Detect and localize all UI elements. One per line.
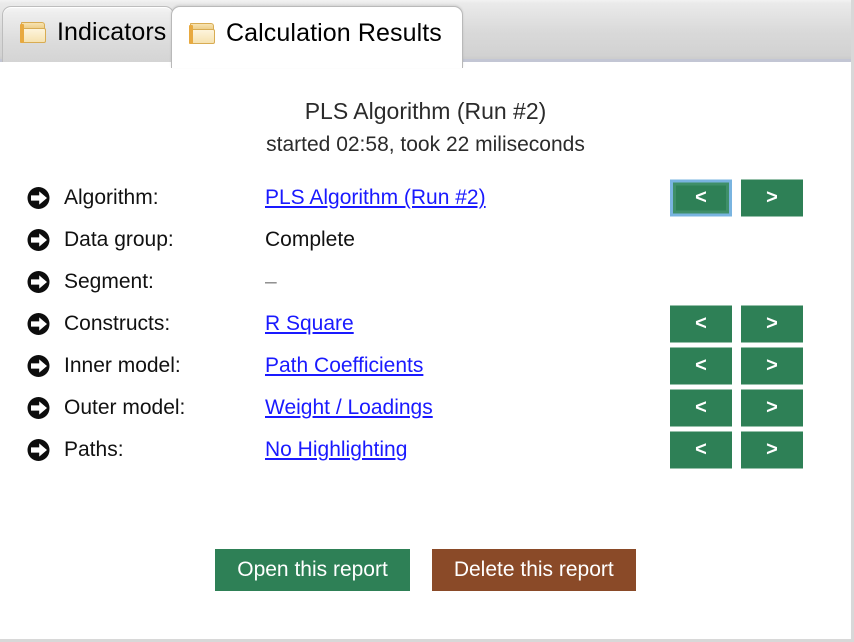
nav-next-button[interactable]: > xyxy=(741,431,803,469)
detail-row-label: Inner model: xyxy=(64,354,181,377)
arrow-circle-icon xyxy=(27,313,50,335)
tab-indicators-label: Indicators xyxy=(57,17,167,46)
nav-button-pair: < > xyxy=(670,389,803,427)
tab-calculation-results-label: Calculation Results xyxy=(226,19,442,47)
tab-bar: Indicators Calculation Results xyxy=(0,0,851,68)
arrow-circle-icon xyxy=(27,187,50,209)
nav-next-button[interactable]: > xyxy=(741,389,803,427)
detail-row: Data group: Complete xyxy=(0,219,851,261)
action-button-row: Open this report Delete this report xyxy=(0,549,851,591)
delete-report-button[interactable]: Delete this report xyxy=(431,549,636,591)
detail-row-link[interactable]: Path Coefficients xyxy=(265,354,423,378)
detail-row-link[interactable]: PLS Algorithm (Run #2) xyxy=(265,186,486,210)
detail-row-link[interactable]: Weight / Loadings xyxy=(265,396,433,420)
detail-row-label: Algorithm: xyxy=(64,186,159,209)
nav-prev-button[interactable]: < xyxy=(670,347,732,385)
detail-row: Inner model: Path Coefficients < > xyxy=(0,345,851,387)
report-heading: PLS Algorithm (Run #2) started 02:58, to… xyxy=(0,62,851,160)
open-report-button[interactable]: Open this report xyxy=(215,549,410,591)
folder-icon xyxy=(20,21,46,43)
nav-next-button[interactable]: > xyxy=(741,305,803,343)
arrow-circle-icon xyxy=(27,271,50,293)
arrow-circle-icon xyxy=(27,439,50,461)
detail-row-value: Complete xyxy=(265,228,355,251)
nav-button-pair: < > xyxy=(670,305,803,343)
detail-row-label: Outer model: xyxy=(64,396,186,419)
report-title: PLS Algorithm (Run #2) xyxy=(304,98,547,124)
detail-row: Constructs: R Square < > xyxy=(0,303,851,345)
tab-calculation-results[interactable]: Calculation Results xyxy=(171,6,463,68)
calculation-results-panel: PLS Algorithm (Run #2) started 02:58, to… xyxy=(0,62,851,639)
detail-row-label: Paths: xyxy=(64,438,124,461)
nav-button-pair: < > xyxy=(670,431,803,469)
arrow-circle-icon xyxy=(27,397,50,419)
tab-indicators[interactable]: Indicators xyxy=(2,6,174,65)
detail-row-link[interactable]: No Highlighting xyxy=(265,438,407,462)
detail-row-value: – xyxy=(265,270,277,293)
nav-next-button[interactable]: > xyxy=(741,347,803,385)
nav-prev-button[interactable]: < xyxy=(670,179,732,217)
detail-row-link[interactable]: R Square xyxy=(265,312,354,336)
detail-row-label: Segment: xyxy=(64,270,154,293)
report-detail-list: Algorithm: PLS Algorithm (Run #2) < > Data g… xyxy=(0,177,851,471)
nav-next-button[interactable]: > xyxy=(741,179,803,217)
detail-row-label: Constructs: xyxy=(64,312,171,335)
detail-row: Outer model: Weight / Loadings < > xyxy=(0,387,851,429)
application-window: Indicators Calculation Results PLS Algor… xyxy=(0,0,854,642)
nav-prev-button[interactable]: < xyxy=(670,431,732,469)
nav-prev-button[interactable]: < xyxy=(670,305,732,343)
detail-row-label: Data group: xyxy=(64,228,174,251)
arrow-circle-icon xyxy=(27,229,50,251)
arrow-circle-icon xyxy=(27,355,50,377)
folder-icon xyxy=(189,23,215,44)
report-subtitle: started 02:58, took 22 miliseconds xyxy=(266,133,585,156)
detail-row: Segment: – xyxy=(0,261,851,303)
detail-row: Paths: No Highlighting < > xyxy=(0,429,851,471)
nav-prev-button[interactable]: < xyxy=(670,389,732,427)
nav-button-pair: < > xyxy=(670,347,803,385)
nav-button-pair: < > xyxy=(670,179,803,217)
detail-row: Algorithm: PLS Algorithm (Run #2) < > xyxy=(0,177,851,219)
